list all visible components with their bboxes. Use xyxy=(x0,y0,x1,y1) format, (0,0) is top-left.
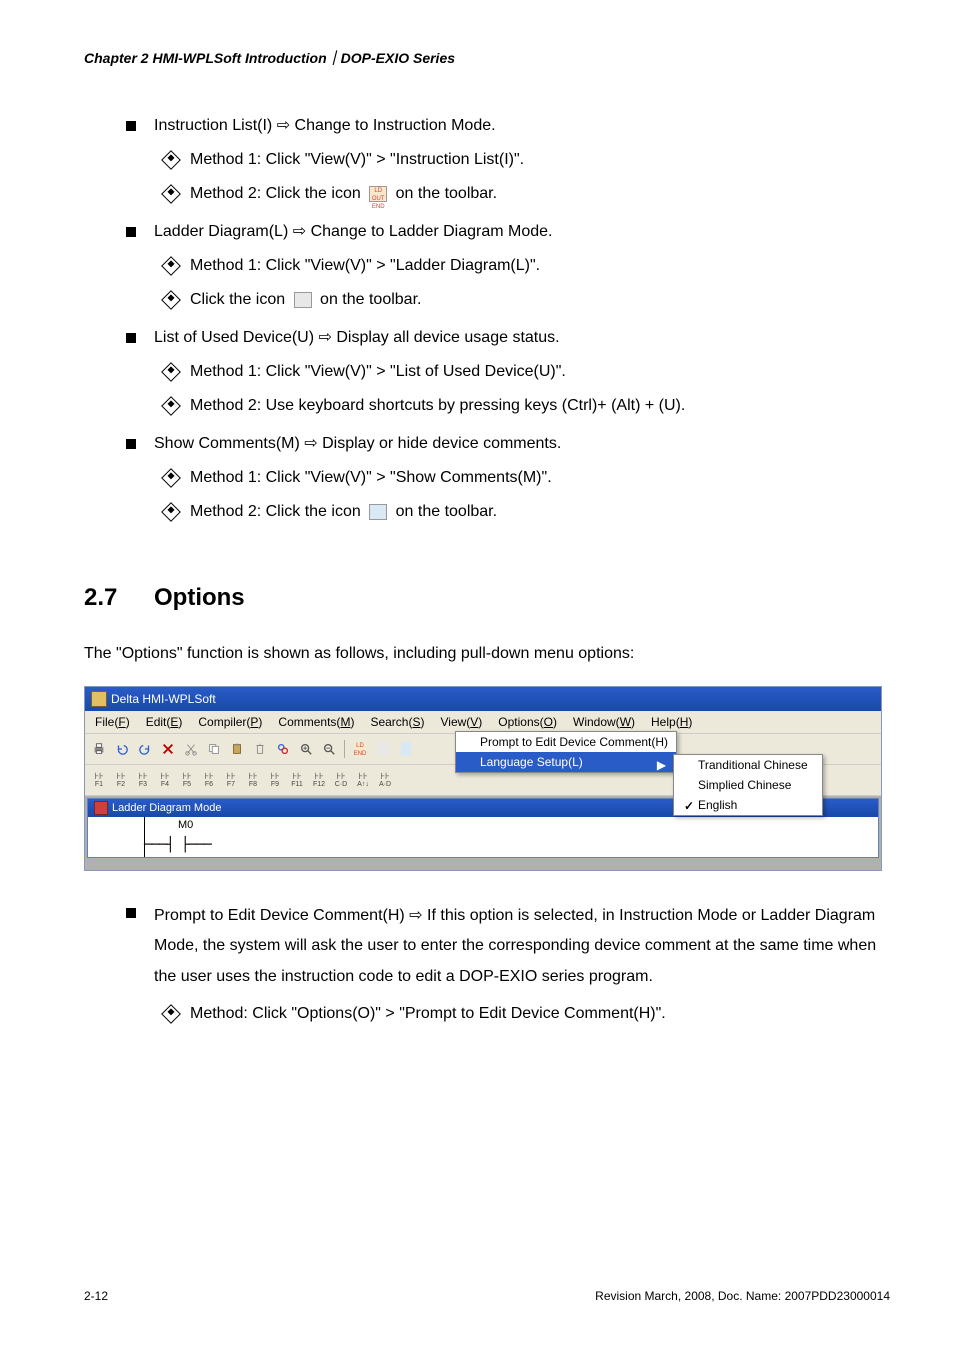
bullet-main-text: Ladder Diagram(L) ⇨ Change to Ladder Dia… xyxy=(154,220,553,244)
delete2-icon[interactable] xyxy=(250,739,270,759)
redo-icon[interactable] xyxy=(135,739,155,759)
section-heading: 2.7Options xyxy=(84,584,890,612)
ladder-tool-button[interactable]: ⊦⊦C·D xyxy=(331,770,351,790)
square-bullet-icon xyxy=(126,439,136,449)
sub-item-text: Method 2: Click the icon LDOUTEND on the… xyxy=(190,182,497,206)
diamond-bullet-icon xyxy=(161,290,181,310)
chapter-header: Chapter 2 HMI-WPLSoft Introduction｜DOP-E… xyxy=(84,48,890,68)
diamond-bullet-icon xyxy=(161,150,181,170)
undo-icon[interactable] xyxy=(112,739,132,759)
menu-item[interactable]: Window(W) xyxy=(569,714,639,730)
print-icon[interactable] xyxy=(89,739,109,759)
dropdown-item[interactable]: Language Setup(L)▶ xyxy=(456,752,676,772)
submenu-arrow-icon: ▶ xyxy=(653,757,670,773)
find-icon[interactable] xyxy=(273,739,293,759)
sub-item-text: Method 2: Use keyboard shortcuts by pres… xyxy=(190,394,685,418)
ladder-tool-button[interactable]: ⊦⊦F8 xyxy=(243,770,263,790)
ladder-tool-button[interactable]: ⊦⊦F2 xyxy=(111,770,131,790)
check-icon: ✓ xyxy=(680,798,698,814)
bullet-main-text: Instruction List(I) ⇨ Change to Instruct… xyxy=(154,114,496,138)
revision-info: Revision March, 2008, Doc. Name: 2007PDD… xyxy=(595,1289,890,1303)
ladder-tool-button[interactable]: ⊦⊦F11 xyxy=(287,770,307,790)
diamond-bullet-icon xyxy=(161,362,181,382)
sub-item-text: Method 1: Click "View(V)" > "Show Commen… xyxy=(190,466,552,490)
app-screenshot: Delta HMI-WPLSoft File(F) Edit(E) Compiler… xyxy=(84,686,882,871)
bullet-main-text: Show Comments(M) ⇨ Display or hide devic… xyxy=(154,432,561,456)
language-submenu: Tranditional ChineseSimplied Chinese✓Eng… xyxy=(673,754,823,816)
ladder-tool-button[interactable]: ⊦⊦F3 xyxy=(133,770,153,790)
ladder-mode-icon[interactable] xyxy=(373,739,393,759)
ladder-toolbar-icon xyxy=(294,292,312,308)
bullet-main-text: List of Used Device(U) ⇨ Display all dev… xyxy=(154,326,560,350)
submenu-item[interactable]: Tranditional Chinese xyxy=(674,755,822,775)
menu-item[interactable]: Help(H) xyxy=(647,714,696,730)
delete-icon[interactable] xyxy=(158,739,178,759)
paste-icon[interactable] xyxy=(227,739,247,759)
square-bullet-icon xyxy=(126,121,136,131)
menubar: File(F) Edit(E) Compiler(P) Comments(M) Sear… xyxy=(85,711,881,733)
prompt-edit-description: Prompt to Edit Device Comment(H) ⇨ If th… xyxy=(154,901,890,992)
prompt-edit-method: Method: Click "Options(O)" > "Prompt to … xyxy=(190,1002,666,1026)
menu-item[interactable]: Comments(M) xyxy=(274,714,358,730)
menu-item[interactable]: File(F) xyxy=(91,714,134,730)
ladder-tool-button[interactable]: ⊦⊦A↑↓ xyxy=(353,770,373,790)
menu-item[interactable]: View(V) xyxy=(436,714,486,730)
diamond-bullet-icon xyxy=(161,502,181,522)
sub-item-text: Method 2: Click the icon on the toolbar. xyxy=(190,500,497,524)
ladder-tool-button[interactable]: ⊦⊦F7 xyxy=(221,770,241,790)
diamond-bullet-icon xyxy=(161,468,181,488)
menu-item[interactable]: Compiler(P) xyxy=(194,714,266,730)
section-title: Options xyxy=(154,584,245,611)
instruction-mode-icon[interactable]: LDEND xyxy=(350,739,370,759)
intro-paragraph: The "Options" function is shown as follo… xyxy=(84,642,890,666)
submenu-item[interactable]: Simplied Chinese xyxy=(674,775,822,795)
menu-item[interactable]: Search(S) xyxy=(366,714,428,730)
menu-item[interactable]: Options(O) xyxy=(494,714,561,730)
dropdown-item[interactable]: Prompt to Edit Device Comment(H) xyxy=(456,732,676,752)
ladder-tool-button[interactable]: ⊦⊦F6 xyxy=(199,770,219,790)
comment-mode-icon[interactable] xyxy=(396,739,416,759)
sub-item-text: Click the icon on the toolbar. xyxy=(190,288,421,312)
ladder-tool-button[interactable]: ⊦⊦F12 xyxy=(309,770,329,790)
square-bullet-icon xyxy=(126,908,136,918)
ladder-tool-button[interactable]: ⊦⊦F1 xyxy=(89,770,109,790)
app-title: Delta HMI-WPLSoft xyxy=(111,692,216,706)
ladder-tool-button[interactable]: ⊦⊦F5 xyxy=(177,770,197,790)
zoomout-icon[interactable] xyxy=(319,739,339,759)
ladder-contact: ───┤ ├─── xyxy=(144,837,211,853)
square-bullet-icon xyxy=(126,333,136,343)
diamond-bullet-icon xyxy=(161,1004,181,1024)
zoomin-icon[interactable] xyxy=(296,739,316,759)
comm-toolbar-icon xyxy=(369,504,387,520)
sub-item-text: Method 1: Click "View(V)" > "List of Use… xyxy=(190,360,566,384)
ladder-tool-button[interactable]: ⊦⊦F9 xyxy=(265,770,285,790)
menu-item[interactable]: Edit(E) xyxy=(142,714,187,730)
copy-icon[interactable] xyxy=(204,739,224,759)
sub-item-text: Method 1: Click "View(V)" > "Ladder Diag… xyxy=(190,254,540,278)
section-number: 2.7 xyxy=(84,584,154,612)
titlebar: Delta HMI-WPLSoft xyxy=(85,687,881,711)
inst-toolbar-icon: LDOUTEND xyxy=(369,186,387,202)
square-bullet-icon xyxy=(126,227,136,237)
cut-icon[interactable] xyxy=(181,739,201,759)
ladder-device-label: M0 xyxy=(178,819,193,831)
mdi-icon xyxy=(94,801,108,815)
mdi-title-text: Ladder Diagram Mode xyxy=(112,802,221,814)
ladder-tool-button[interactable]: ⊦⊦F4 xyxy=(155,770,175,790)
ladder-tool-button[interactable]: ⊦⊦A·D xyxy=(375,770,395,790)
ladder-content: M0 ───┤ ├─── xyxy=(88,817,878,857)
options-dropdown: Prompt to Edit Device Comment(H)Language… xyxy=(455,731,677,773)
submenu-item[interactable]: ✓English xyxy=(674,795,822,815)
page-number: 2-12 xyxy=(84,1289,108,1303)
diamond-bullet-icon xyxy=(161,396,181,416)
diamond-bullet-icon xyxy=(161,184,181,204)
diamond-bullet-icon xyxy=(161,256,181,276)
sub-item-text: Method 1: Click "View(V)" > "Instruction… xyxy=(190,148,524,172)
app-icon xyxy=(91,691,107,707)
